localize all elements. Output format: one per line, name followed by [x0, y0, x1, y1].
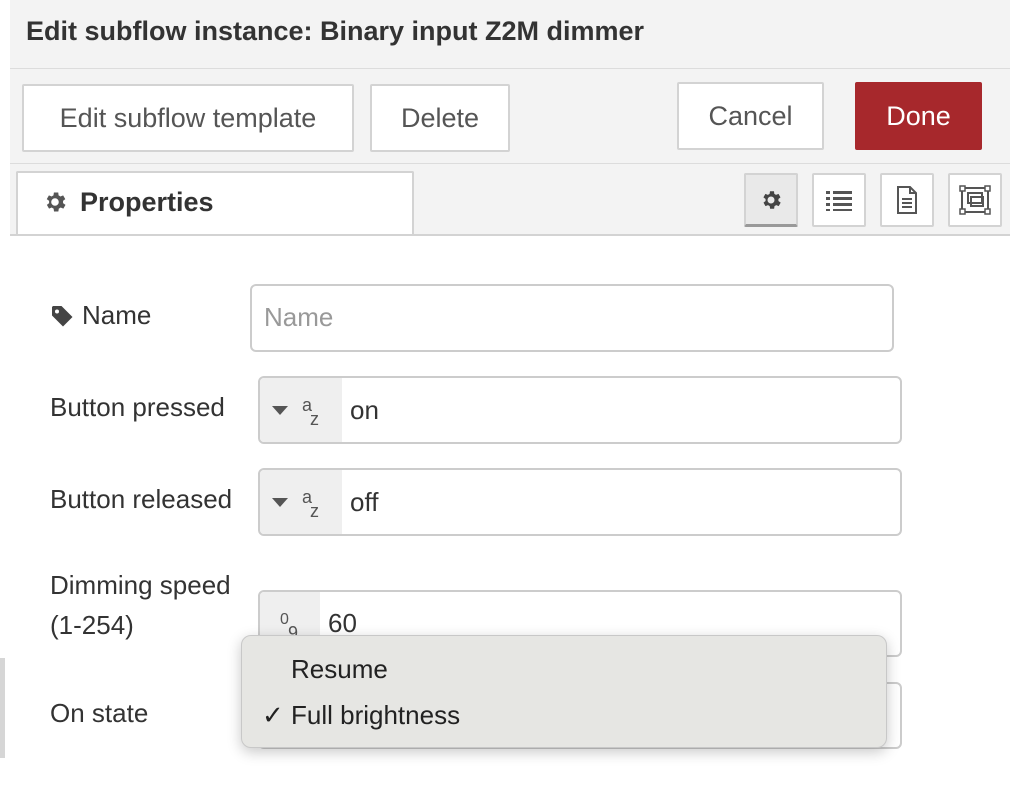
delete-button[interactable]: Delete — [370, 84, 510, 152]
on-state-label: On state — [50, 698, 149, 728]
dropdown-option-full-brightness[interactable]: ✓ Full brightness — [242, 692, 886, 738]
list-icon — [826, 191, 852, 211]
tab-properties-icon-button[interactable] — [744, 173, 798, 227]
dialog-title-bar: Edit subflow instance: Binary input Z2M … — [10, 0, 1010, 69]
checkmark-icon: ✓ — [262, 700, 284, 730]
on-state-dropdown-menu: Resume ✓ Full brightness — [241, 635, 887, 748]
button-pressed-typed-input[interactable]: a z on — [258, 376, 902, 444]
tag-icon — [52, 305, 73, 326]
gear-icon — [46, 192, 66, 212]
button-pressed-value[interactable]: on — [342, 395, 379, 426]
dropdown-option-resume[interactable]: Resume — [242, 646, 886, 692]
dialog-toolbar: Edit subflow template Delete Cancel Done — [10, 69, 1010, 164]
done-button[interactable]: Done — [855, 82, 982, 150]
button-released-value[interactable]: off — [342, 487, 378, 518]
number-type-icon: 0 9 — [280, 610, 299, 643]
name-label: Name — [82, 300, 152, 330]
caret-down-icon — [272, 497, 288, 507]
caret-down-icon — [272, 405, 288, 415]
name-field-box — [250, 284, 894, 352]
name-input[interactable] — [252, 286, 876, 348]
button-released-label: Button released — [50, 484, 233, 514]
document-icon — [897, 186, 917, 214]
name-label-row: Name — [50, 300, 151, 331]
string-type-icon: a z — [302, 395, 319, 429]
edit-subflow-template-button[interactable]: Edit subflow template — [22, 84, 354, 152]
tab-description-icon-button[interactable] — [880, 173, 934, 227]
button-released-typed-input[interactable]: a z off — [258, 468, 902, 536]
tab-bar: Properties — [10, 164, 1010, 236]
cancel-button[interactable]: Cancel — [677, 82, 824, 150]
tab-appearance-icon-button[interactable] — [948, 173, 1002, 227]
button-pressed-label: Button pressed — [50, 392, 225, 422]
button-pressed-type-selector[interactable]: a z — [260, 378, 342, 442]
tab-properties[interactable]: Properties — [16, 171, 414, 234]
string-type-icon: a z — [302, 487, 319, 521]
tab-list-icon-button[interactable] — [812, 173, 866, 227]
tab-properties-label: Properties — [80, 187, 214, 217]
frame-icon — [959, 185, 991, 215]
button-released-type-selector[interactable]: a z — [260, 470, 342, 534]
gear-icon — [763, 190, 781, 209]
left-panel-marker — [0, 658, 5, 758]
dialog-title: Edit subflow instance: Binary input Z2M … — [26, 16, 645, 46]
dimming-speed-label: Dimming speed (1-254) — [50, 570, 231, 640]
